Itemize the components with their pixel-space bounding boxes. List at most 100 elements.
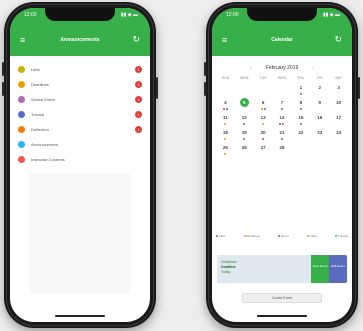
phone-screen-left: 12:00 ▮▮ ◆ ▬ ≡ Announcements ↻ Labs 1 Dead… [10, 8, 150, 322]
calendar-day[interactable]: 20 [254, 127, 273, 142]
home-indicator [257, 315, 307, 317]
list-item-label: School Event [31, 97, 55, 102]
event-time: Today [221, 270, 231, 274]
day-number: 19 [241, 130, 247, 135]
calendar-day[interactable]: 26 [235, 142, 254, 157]
event-dot-icon [282, 123, 285, 125]
calendar-day[interactable]: 12 [235, 112, 254, 127]
page-title: Announcements [60, 37, 100, 43]
day-number: 9 [318, 100, 321, 105]
day-number: 12 [241, 115, 247, 120]
view-event-button[interactable]: View Event [311, 255, 329, 283]
calendar-day[interactable]: 4 [216, 97, 235, 112]
event-dots [291, 108, 310, 110]
list-item[interactable]: Deadlines 1 [10, 77, 150, 92]
event-dots [216, 108, 235, 110]
day-number: 2 [318, 85, 321, 90]
volume-up-button [204, 62, 206, 76]
calendar-day[interactable]: 1 [291, 82, 310, 97]
calendar-day[interactable]: 9 [310, 97, 329, 112]
event-dot-icon [243, 138, 246, 140]
refresh-icon[interactable]: ↻ [132, 35, 140, 44]
event-dots [291, 123, 310, 125]
day-number: 22 [298, 130, 304, 135]
calendar-day[interactable]: 16 [310, 112, 329, 127]
calendar-day[interactable]: 5 [235, 97, 254, 112]
prev-month-icon[interactable]: ‹ [250, 65, 252, 71]
calendar-day[interactable]: 21 [273, 127, 292, 142]
event-dot-icon [279, 123, 282, 125]
legend-dot-icon [335, 235, 338, 237]
calendar-day[interactable]: 25 [216, 142, 235, 157]
calendar-day [273, 82, 292, 97]
calendar-day[interactable]: 22 [291, 127, 310, 142]
calendar-day[interactable]: 11 [216, 112, 235, 127]
event-dots [291, 93, 310, 95]
day-number: 7 [280, 100, 284, 105]
list-item[interactable]: School Event 1 [10, 92, 150, 107]
day-number: 18 [222, 130, 228, 135]
category-color-icon [18, 156, 25, 163]
calendar-day[interactable]: 23 [310, 127, 329, 142]
event-dot-icon [263, 108, 266, 110]
calendar-day[interactable]: 14 [273, 112, 292, 127]
notification-badge: 1 [135, 126, 142, 133]
event-dots [254, 138, 273, 140]
calendar-day[interactable]: 7 [273, 97, 292, 112]
list-item-label: Tutorial [31, 112, 45, 117]
list-item[interactable]: Instructor Contents [10, 152, 150, 167]
calendar-day[interactable]: 24 [329, 127, 348, 142]
event-dot-icon [299, 123, 302, 125]
calendar-day [329, 142, 348, 157]
calendar-day[interactable]: 19 [235, 127, 254, 142]
calendar-day[interactable]: 17 [329, 112, 348, 127]
day-number: 16 [317, 115, 323, 120]
calendar-day[interactable]: 28 [273, 142, 292, 157]
weekday-label: SAT [335, 76, 342, 80]
legend-item: Event [277, 234, 289, 238]
calendar-day[interactable]: 3 [329, 82, 348, 97]
edit-event-button[interactable]: Edit Event [329, 255, 347, 283]
phone-screen-right: 12:00 ▮▮ ◆ ▬ ≡ Calendar ↻ ‹ February 201… [212, 8, 352, 322]
event-dot-icon [280, 108, 283, 110]
refresh-icon[interactable]: ↻ [334, 35, 342, 44]
calendar-day[interactable]: 27 [254, 142, 273, 157]
list-item[interactable]: Tutorial 1 [10, 107, 150, 122]
legend-label: Deadlines [246, 234, 260, 238]
day-number: 8 [299, 100, 303, 105]
phone-frame-left: 12:00 ▮▮ ◆ ▬ ≡ Announcements ↻ Labs 1 Dead… [2, 2, 158, 328]
notification-badge: 1 [135, 96, 142, 103]
category-color-icon [18, 141, 25, 148]
calendar-day[interactable]: 15 [291, 112, 310, 127]
day-number: 20 [260, 130, 266, 135]
event-dot-icon [243, 123, 246, 125]
calendar-month-header: ‹ February 2019 › [212, 62, 352, 74]
home-indicator [55, 315, 105, 317]
volume-down-button [2, 82, 4, 96]
calendar-legend: Labs Deadlines Event Class Tutorial [216, 234, 348, 238]
status-icons: ▮▮ ◆ ▬ [322, 12, 340, 18]
list-item[interactable]: Announcement [10, 137, 150, 152]
event-dots [273, 138, 292, 140]
list-item[interactable]: Deflection 1 [10, 122, 150, 137]
create-event-button[interactable]: Create Event [242, 293, 322, 303]
list-item-label: Labs [31, 67, 40, 72]
calendar-day[interactable]: 13 [254, 112, 273, 127]
legend-label: Labs [219, 234, 226, 238]
calendar-day[interactable]: 6 [254, 97, 273, 112]
notification-badge: 1 [135, 111, 142, 118]
calendar-day[interactable]: 8 [291, 97, 310, 112]
status-icons: ▮▮ ◆ ▬ [120, 12, 138, 18]
legend-item: Labs [216, 234, 226, 238]
event-card[interactable]: Deadlines Deadline Today View Event Edit… [217, 255, 347, 283]
calendar-day[interactable]: 10 [329, 97, 348, 112]
calendar-day[interactable]: 18 [216, 127, 235, 142]
weekday-label: MON [240, 76, 249, 80]
list-item[interactable]: Labs 1 [10, 62, 150, 77]
event-dots [273, 123, 292, 125]
calendar-day[interactable]: 2 [310, 82, 329, 97]
volume-down-button [204, 82, 206, 96]
notch [45, 8, 115, 21]
category-color-icon [18, 81, 25, 88]
next-month-icon[interactable]: › [312, 65, 314, 71]
